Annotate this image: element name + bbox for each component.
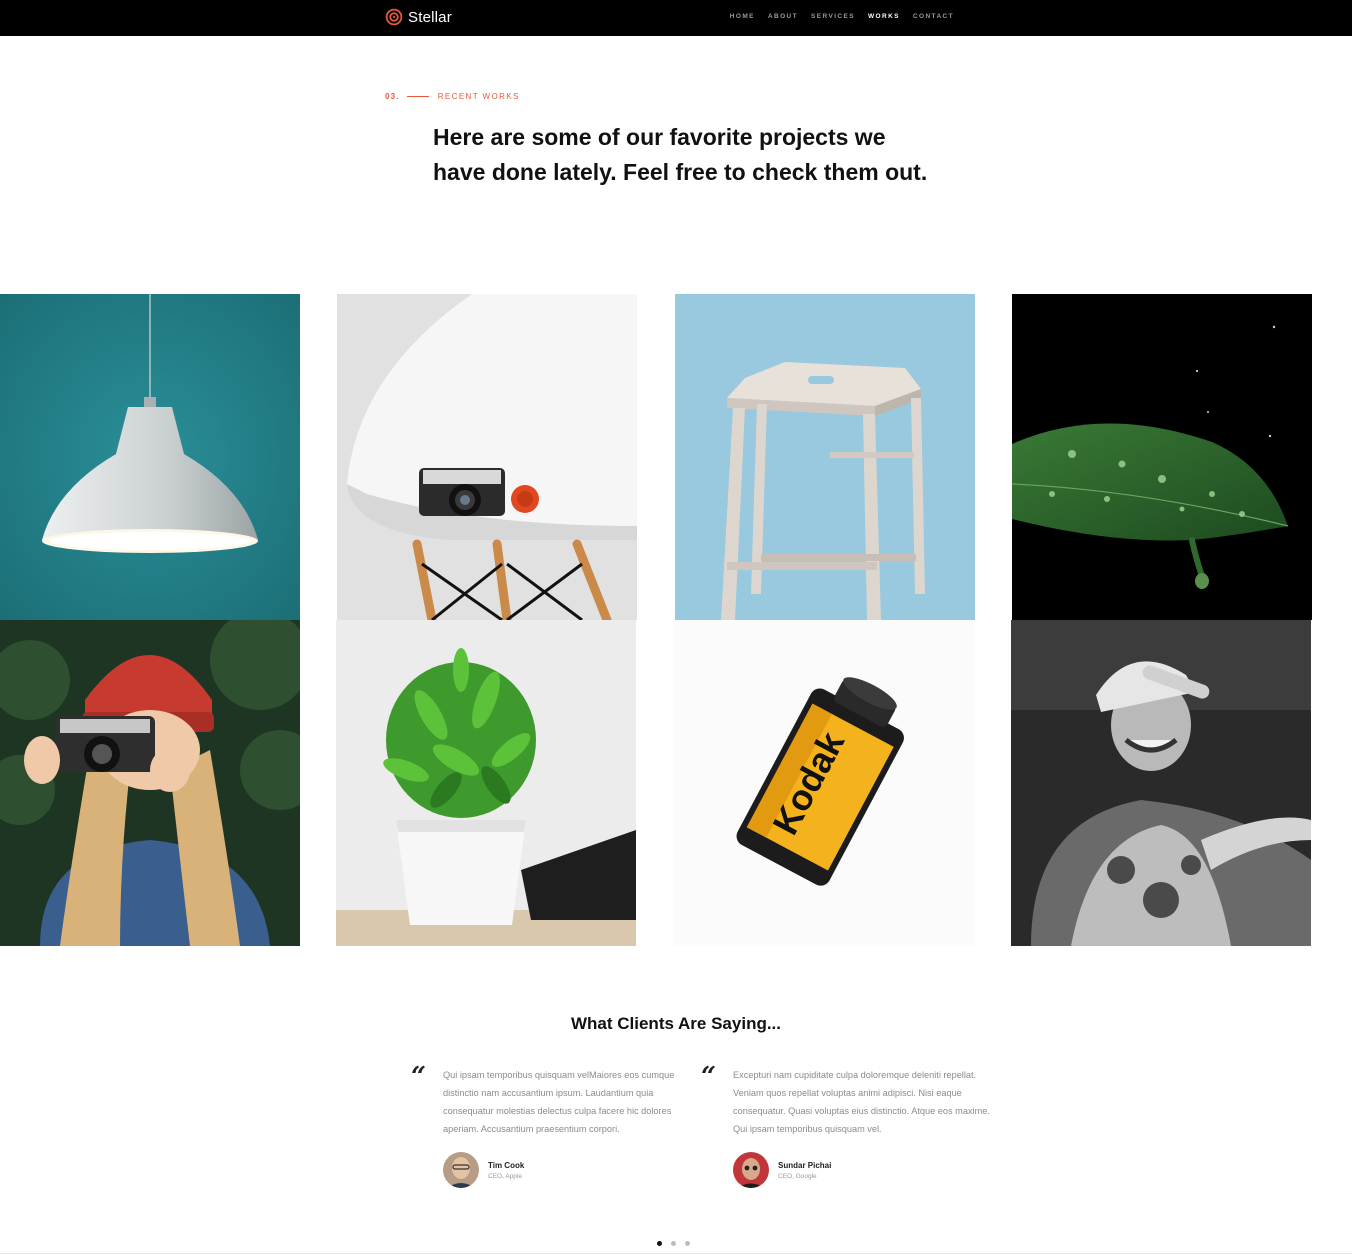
film-canister-image: Kodak [674,620,974,946]
work-tile-leaf[interactable] [1012,294,1312,620]
top-navbar: Stellar HOME ABOUT SERVICES WORKS CONTAC… [0,0,1352,36]
quote-mark-icon: “ [411,1062,426,1092]
camera-chair-image [337,294,637,620]
testimonial-author: Tim Cook CEO, Apple [443,1152,703,1188]
portrait-image [1011,620,1311,946]
carousel-pagination [657,1241,690,1246]
section-label: 03. RECENT WORKS [385,92,520,101]
target-logo-icon [385,8,403,26]
author-role: CEO, Apple [488,1172,522,1180]
carousel-dot[interactable] [671,1241,676,1246]
work-tile-portrait[interactable] [1011,620,1311,946]
testimonial-author: Sundar Pichai CEO, Google [733,1152,993,1188]
stool-image [675,294,975,620]
plant-image [336,620,636,946]
avatar [733,1152,769,1188]
testimonials-title: What Clients Are Saying... [570,1014,782,1033]
nav-home[interactable]: HOME [730,13,755,20]
testimonial-quote: Excepturi nam cupiditate culpa doloremqu… [733,1070,990,1134]
carousel-dot[interactable] [685,1241,690,1246]
quote-mark-icon: “ [701,1062,716,1092]
nav-services[interactable]: SERVICES [811,13,855,20]
work-tile-plant[interactable] [336,620,636,946]
brand-logo[interactable]: Stellar [385,7,452,27]
leaf-image [1012,294,1312,620]
section-divider [406,96,429,97]
nav-works[interactable]: WORKS [868,13,900,20]
section-number: 03. [385,92,400,101]
main-nav: HOME ABOUT SERVICES WORKS CONTACT [730,13,954,20]
photographer-image [0,620,300,946]
carousel-dot[interactable] [657,1241,662,1246]
work-tile-camera-chair[interactable] [337,294,637,620]
testimonial-card: “ Qui ipsam temporibus quisquam velMaior… [411,1062,703,1188]
page-bottom-divider [0,1253,1352,1254]
author-name: Sundar Pichai [778,1160,832,1170]
avatar-sundar-pichai-icon [733,1152,769,1188]
section-title: RECENT WORKS [437,92,520,101]
nav-contact[interactable]: CONTACT [913,13,954,20]
section-headline: Here are some of our favorite projects w… [433,124,928,185]
work-tile-lamp[interactable] [0,294,300,620]
author-name: Tim Cook [488,1160,525,1170]
work-tile-stool[interactable] [675,294,975,620]
avatar-tim-cook-icon [443,1152,479,1188]
nav-about[interactable]: ABOUT [768,13,798,20]
lamp-image [0,294,300,620]
brand-name: Stellar [408,8,452,26]
work-tile-photographer[interactable] [0,620,300,946]
avatar [443,1152,479,1188]
testimonial-card: “ Excepturi nam cupiditate culpa dolorem… [701,1062,993,1188]
author-role: CEO, Google [778,1172,817,1180]
work-tile-film[interactable]: Kodak [674,620,974,946]
testimonial-quote: Qui ipsam temporibus quisquam velMaiores… [443,1070,675,1134]
